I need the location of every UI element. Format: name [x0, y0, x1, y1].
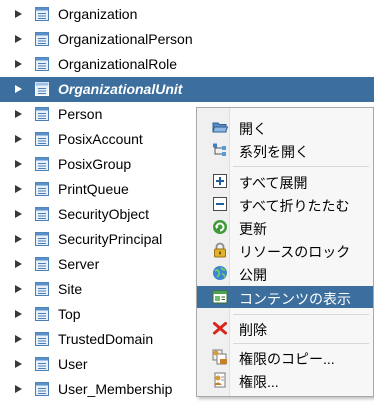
expand-arrow-icon[interactable]	[15, 185, 22, 193]
publish-icon	[213, 266, 227, 280]
menu-item-expand-all[interactable]: すべて展開	[197, 170, 373, 192]
expand-arrow-icon[interactable]	[15, 135, 22, 143]
tree-item-organization[interactable]: Organization	[0, 2, 374, 27]
permissions-icon	[214, 372, 226, 388]
tree-item-label: Top	[58, 306, 81, 322]
class-object-icon	[35, 57, 49, 71]
class-object-icon	[35, 332, 49, 346]
tree-item-label: SecurityPrincipal	[58, 231, 163, 247]
class-object-icon	[35, 157, 49, 171]
class-object-icon	[35, 257, 49, 271]
tree-item-label: Server	[58, 256, 100, 272]
menu-item-open-hierarchy[interactable]: 系列を開く	[197, 139, 373, 161]
class-object-icon	[35, 282, 49, 296]
tree-item-organizationalperson[interactable]: OrganizationalPerson	[0, 27, 374, 52]
menu-item-label: すべて展開	[239, 175, 308, 191]
menu-item-open[interactable]: 開く	[197, 116, 373, 138]
collapse-all-icon	[213, 197, 227, 211]
tree-item-label: PosixGroup	[58, 156, 132, 172]
expand-arrow-icon[interactable]	[15, 310, 22, 318]
class-object-icon	[35, 232, 49, 246]
menu-item-label: 公開	[239, 267, 267, 283]
class-object-icon	[35, 132, 49, 146]
class-object-icon	[35, 7, 49, 21]
tree-item-label: SecurityObject	[58, 206, 150, 222]
tree-item-label: PosixAccount	[58, 131, 143, 147]
class-object-icon	[35, 307, 49, 321]
menu-item-label: 系列を開く	[239, 144, 309, 160]
expand-all-icon	[213, 174, 227, 188]
expand-arrow-icon[interactable]	[15, 10, 22, 18]
expand-arrow-icon[interactable]	[15, 285, 22, 293]
refresh-icon	[213, 220, 227, 234]
tree-item-organizationalrole[interactable]: OrganizationalRole	[0, 52, 374, 77]
menu-separator	[233, 343, 369, 344]
tree-item-label: TrustedDomain	[58, 331, 154, 347]
expand-arrow-icon[interactable]	[15, 60, 22, 68]
class-object-icon	[35, 32, 49, 46]
expand-arrow-icon[interactable]	[15, 335, 22, 343]
expand-arrow-icon[interactable]	[15, 35, 22, 43]
tree-item-label: Organization	[58, 6, 138, 22]
lock-icon	[214, 242, 226, 258]
tree-item-label: OrganizationalPerson	[58, 31, 193, 47]
tree-item-label: User_Membership	[58, 381, 173, 397]
expand-arrow-icon[interactable]	[15, 260, 22, 268]
menu-item-label: すべて折りたたむ	[239, 198, 350, 214]
tree-item-label: Person	[58, 106, 103, 122]
expand-arrow-icon[interactable]	[15, 110, 22, 118]
class-object-icon	[35, 107, 49, 121]
class-object-icon	[35, 182, 49, 196]
class-object-icon	[35, 357, 49, 371]
menu-item-collapse-all[interactable]: すべて折りたたむ	[197, 193, 373, 215]
hierarchy-icon	[213, 143, 226, 156]
class-object-icon	[35, 382, 49, 396]
expand-arrow-icon[interactable]	[15, 210, 22, 218]
expand-arrow-icon[interactable]	[15, 160, 22, 168]
folder-open-icon	[212, 122, 228, 133]
menu-item-label: 開く	[239, 121, 267, 137]
menu-item-lock-resource[interactable]: リソースのロック	[197, 239, 373, 261]
menu-item-label: 権限のコピー...	[239, 351, 335, 367]
tree-item-label: User	[58, 356, 88, 372]
menu-item-copy-permissions[interactable]: 権限のコピー...	[197, 346, 373, 368]
copy-permissions-icon	[212, 349, 227, 365]
view-content-icon	[212, 290, 228, 304]
menu-separator	[233, 314, 369, 315]
tree-item-organizationalunit[interactable]: OrganizationalUnit	[0, 77, 374, 102]
menu-item-label: リソースのロック	[239, 244, 351, 260]
menu-item-label: コンテンツの表示	[239, 291, 351, 307]
class-object-icon	[35, 207, 49, 221]
tree-item-label: OrganizationalUnit	[58, 81, 183, 97]
class-object-icon	[35, 82, 49, 96]
expand-arrow-icon[interactable]	[15, 235, 22, 243]
menu-separator	[233, 166, 369, 167]
menu-item-view-content[interactable]: コンテンツの表示	[197, 286, 373, 308]
menu-item-label: 権限...	[239, 374, 279, 390]
menu-item-delete[interactable]: 削除	[197, 317, 373, 339]
menu-item-label: 削除	[239, 322, 267, 338]
delete-icon	[213, 322, 227, 335]
tree-item-label: PrintQueue	[58, 181, 129, 197]
menu-item-refresh[interactable]: 更新	[197, 216, 373, 238]
tree-item-label: OrganizationalRole	[58, 56, 178, 72]
context-menu: 開く 系列を開く すべて展開 すべて折りたたむ 更新 リソースのロック 公開 コ…	[196, 107, 374, 397]
menu-item-label: 更新	[239, 221, 267, 237]
menu-item-permissions[interactable]: 権限...	[197, 369, 373, 391]
menu-item-publish[interactable]: 公開	[197, 262, 373, 284]
tree-item-label: Site	[58, 281, 83, 297]
expand-arrow-icon[interactable]	[15, 85, 22, 93]
expand-arrow-icon[interactable]	[15, 385, 22, 393]
expand-arrow-icon[interactable]	[15, 360, 22, 368]
